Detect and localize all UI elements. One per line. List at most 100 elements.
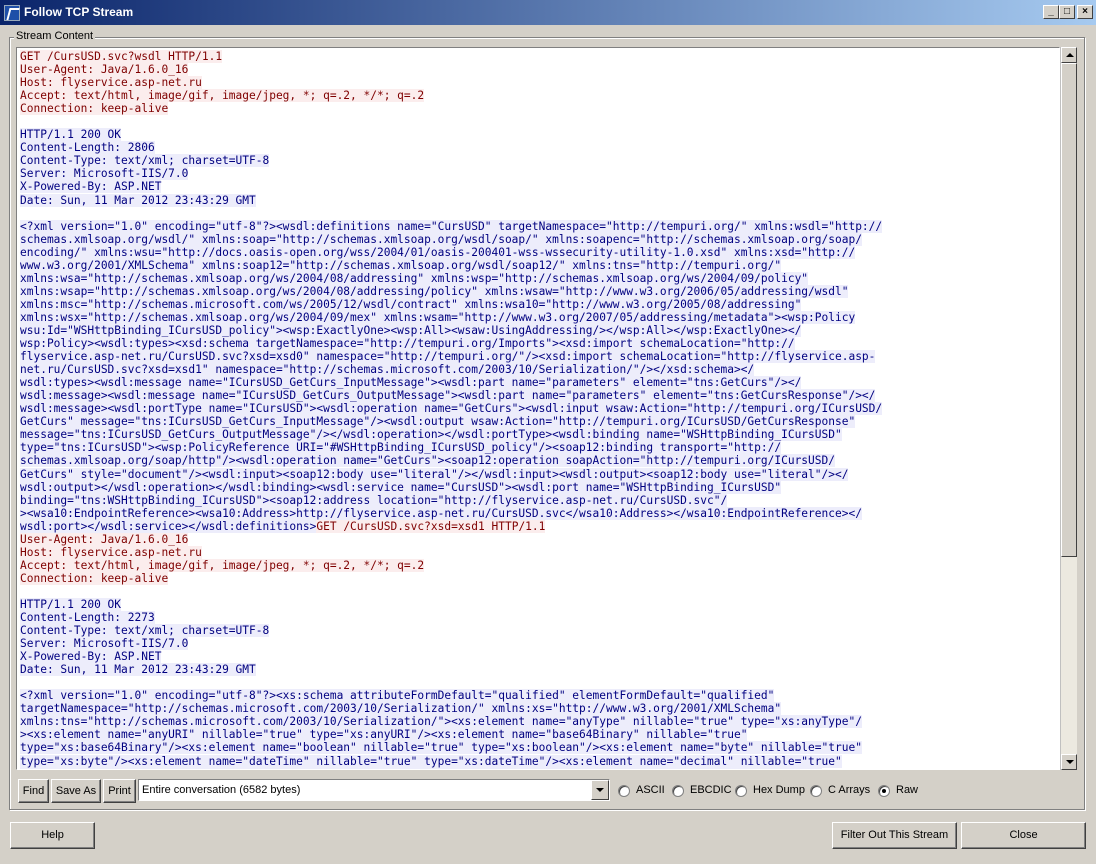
server-text: <?xml version="1.0" encoding="utf-8"?><x… <box>20 689 775 703</box>
radio-c-arrays-label: C Arrays <box>828 784 871 796</box>
radio-hex-dump-label: Hex Dump <box>753 784 805 796</box>
save-as-button-label: Save As <box>55 785 97 797</box>
stream-line: xmlns:tns="http://schemas.microsoft.com/… <box>20 715 1059 729</box>
server-text: Content-Length: 2273 <box>20 611 155 625</box>
server-text: encoding/" xmlns:wsu="http://docs.oasis-… <box>20 245 856 259</box>
close-button-label: Close <box>1009 829 1038 841</box>
stream-line: xmlns:wsap="http://schemas.xmlsoap.org/w… <box>20 284 1059 298</box>
client-text: User-Agent: Java/1.6.0_16 <box>20 63 189 77</box>
stream-line: xmlns:msc="http://schemas.microsoft.com/… <box>20 297 1059 311</box>
stream-line: GetCurs" style="document"/><wsdl:input><… <box>20 467 1059 481</box>
stream-line: type="xs:base64Binary"/><xs:element name… <box>20 741 1059 755</box>
stream-line: wsdl:types><wsdl:message name="ICursUSD_… <box>20 376 1059 390</box>
client-text: Accept: text/html, image/gif, image/jpeg… <box>20 558 425 572</box>
server-text: <?xml version="1.0" encoding="utf-8"?><w… <box>20 219 883 233</box>
server-text: X-Powered-By: ASP.NET <box>20 650 162 664</box>
stream-line: HTTP/1.1 200 OK <box>20 597 1059 611</box>
server-text: message="tns:ICursUSD_GetCurs_OutputMess… <box>20 428 842 442</box>
stream-line <box>20 207 1059 220</box>
maximize-icon: □ <box>1063 6 1071 17</box>
radio-ascii[interactable] <box>618 785 630 797</box>
stream-lines: GET /CursUSD.svc?wsdl HTTP/1.1 User-Agent… <box>17 48 1059 769</box>
stream-line: HTTP/1.1 200 OK <box>20 128 1059 142</box>
stream-line: www.w3.org/2001/XMLSchema" xmlns:soap12=… <box>20 258 1059 272</box>
radio-c-arrays[interactable] <box>810 785 822 797</box>
server-text: schemas.xmlsoap.org/soap/http"/><wsdl:op… <box>20 454 835 468</box>
stream-line: X-Powered-By: ASP.NET <box>20 180 1059 194</box>
stream-line: <?xml version="1.0" encoding="utf-8"?><x… <box>20 689 1059 703</box>
server-text: Server: Microsoft-IIS/7.0 <box>20 167 189 181</box>
stream-line: xmlns:wsa="http://schemas.xmlsoap.org/ws… <box>20 271 1059 285</box>
close-button[interactable]: Close <box>961 822 1086 849</box>
server-text: wsdl:message><wsdl:message name="ICursUS… <box>20 389 876 403</box>
scroll-thumb[interactable] <box>1061 63 1077 557</box>
server-text: Date: Sun, 11 Mar 2012 23:43:29 GMT <box>20 663 256 677</box>
radio-hex-dump[interactable] <box>735 785 747 797</box>
server-text: flyservice.asp-net.ru/CursUSD.svc?xsd=xs… <box>20 350 876 364</box>
stream-line: ><xs:element name="anyURI" nillable="tru… <box>20 728 1059 742</box>
scroll-down-button[interactable] <box>1061 754 1077 770</box>
arrow-up-icon <box>1066 53 1074 57</box>
help-button[interactable]: Help <box>10 822 95 849</box>
stream-line: Accept: text/html, image/gif, image/jpeg… <box>20 558 1059 572</box>
server-text: type="xs:decimal"/><xs:element name="dou… <box>20 767 822 769</box>
save-as-button[interactable]: Save As <box>51 779 101 803</box>
server-text: ><xs:element name="anyURI" nillable="tru… <box>20 728 748 742</box>
radio-ebcdic[interactable] <box>672 785 684 797</box>
stream-line: User-Agent: Java/1.6.0_16 <box>20 63 1059 77</box>
server-text: Content-Type: text/xml; charset=UTF-8 <box>20 624 270 638</box>
server-text: wsu:Id="WSHttpBinding_ICursUSD_policy"><… <box>20 323 802 337</box>
server-text: wsp:Policy><wsdl:types><xsd:schema targe… <box>20 337 795 351</box>
maximize-button[interactable]: □ <box>1059 5 1075 19</box>
stream-line: flyservice.asp-net.ru/CursUSD.svc?xsd=xs… <box>20 350 1059 364</box>
server-text: X-Powered-By: ASP.NET <box>20 180 162 194</box>
stream-content-text[interactable]: GET /CursUSD.svc?wsdl HTTP/1.1 User-Agent… <box>16 47 1060 770</box>
server-text: type="xs:base64Binary"/><xs:element name… <box>20 741 862 755</box>
server-text: Server: Microsoft-IIS/7.0 <box>20 637 189 651</box>
server-text: wsdl:message><wsdl:portType name="ICursU… <box>20 402 883 416</box>
radio-raw[interactable] <box>878 785 890 797</box>
server-text: wsdl:output></wsdl:operation></wsdl:bind… <box>20 480 782 494</box>
filter-out-stream-button[interactable]: Filter Out This Stream <box>832 822 957 849</box>
server-text: wsdl:port></wsdl:service></wsdl:definiti… <box>20 519 317 533</box>
find-button[interactable]: Find <box>18 779 49 803</box>
stream-line <box>20 115 1059 128</box>
client-text: Connection: keep-alive <box>20 571 169 585</box>
wireshark-icon <box>4 5 20 21</box>
stream-line: GET /CursUSD.svc?wsdl HTTP/1.1 <box>20 50 1059 63</box>
stream-line: wsdl:message><wsdl:portType name="ICursU… <box>20 402 1059 416</box>
stream-line: binding="tns:WSHttpBinding_ICursUSD"><so… <box>20 493 1059 507</box>
stream-line: GetCurs" message="tns:ICursUSD_GetCurs_I… <box>20 415 1059 429</box>
vertical-scrollbar[interactable] <box>1060 47 1077 770</box>
title-bar: Follow TCP Stream _ □ × <box>0 0 1096 25</box>
minimize-button[interactable]: _ <box>1043 5 1059 19</box>
close-window-button[interactable]: × <box>1077 5 1093 19</box>
stream-line: type="xs:decimal"/><xs:element name="dou… <box>20 767 1059 769</box>
stream-line: Server: Microsoft-IIS/7.0 <box>20 637 1059 651</box>
server-text: xmlns:wsap="http://schemas.xmlsoap.org/w… <box>20 284 849 298</box>
conversation-select[interactable]: Entire conversation (6582 bytes) <box>138 779 610 801</box>
server-text: xmlns:wsx="http://schemas.xmlsoap.org/ws… <box>20 310 856 324</box>
server-text: targetNamespace="http://schemas.microsof… <box>20 702 782 716</box>
server-text: www.w3.org/2001/XMLSchema" xmlns:soap12=… <box>20 258 782 272</box>
stream-line: encoding/" xmlns:wsu="http://docs.oasis-… <box>20 245 1059 259</box>
stream-line: targetNamespace="http://schemas.microsof… <box>20 702 1059 716</box>
stream-line: schemas.xmlsoap.org/soap/http"/><wsdl:op… <box>20 454 1059 468</box>
server-text: GetCurs" style="document"/><wsdl:input><… <box>20 467 849 481</box>
print-button[interactable]: Print <box>103 779 136 803</box>
server-text: ><wsa10:EndpointReference><wsa10:Address… <box>20 506 862 520</box>
stream-line: Date: Sun, 11 Mar 2012 23:43:29 GMT <box>20 663 1059 677</box>
stream-line: <?xml version="1.0" encoding="utf-8"?><w… <box>20 219 1059 233</box>
stream-line: type="xs:byte"/><xs:element name="dateTi… <box>20 754 1059 768</box>
minimize-icon: _ <box>1048 6 1054 17</box>
server-text: Content-Type: text/xml; charset=UTF-8 <box>20 154 270 168</box>
server-text: HTTP/1.1 200 OK <box>20 597 122 611</box>
server-text: Content-Length: 2806 <box>20 141 155 155</box>
window-title: Follow TCP Stream <box>24 5 134 19</box>
stream-line: Server: Microsoft-IIS/7.0 <box>20 167 1059 181</box>
scroll-up-button[interactable] <box>1061 47 1077 63</box>
stream-line: Connection: keep-alive <box>20 102 1059 116</box>
conversation-dropdown-button[interactable] <box>591 780 609 800</box>
server-text: Date: Sun, 11 Mar 2012 23:43:29 GMT <box>20 193 256 207</box>
radio-ascii-label: ASCII <box>636 784 665 796</box>
